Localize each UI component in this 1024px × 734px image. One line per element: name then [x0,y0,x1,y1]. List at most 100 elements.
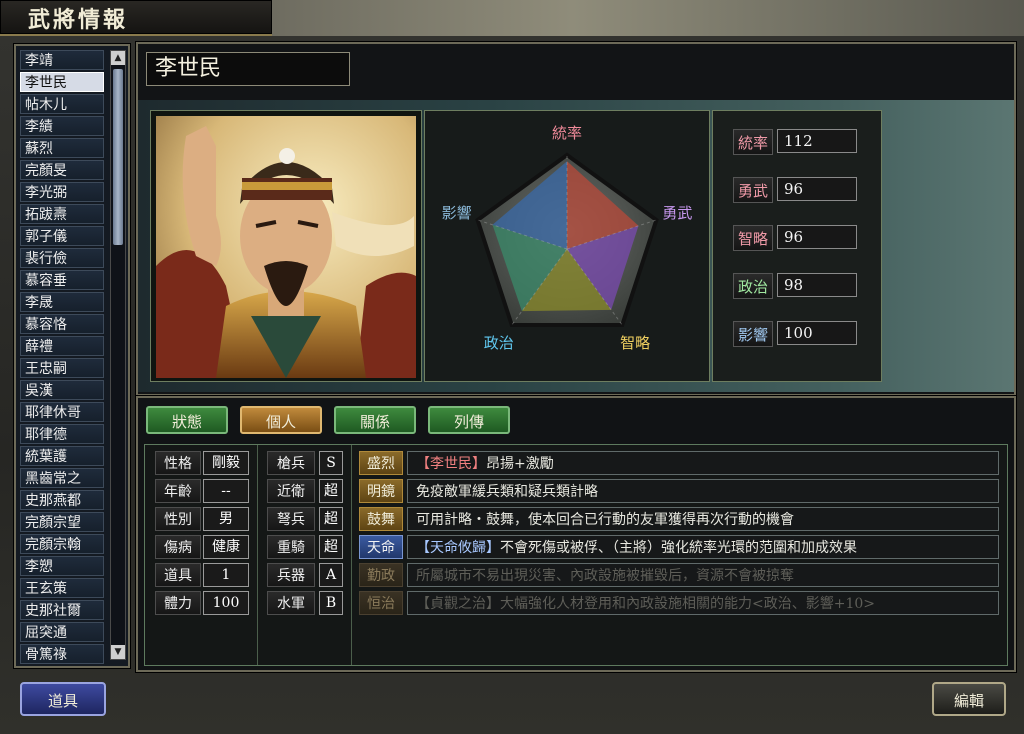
officer-list-item[interactable]: 完顏宗翰 [20,534,104,554]
stat-value: 112 [777,129,857,153]
stat-value: 96 [777,177,857,201]
skill-row[interactable]: 明鏡 免疫敵軍緩兵類和疑兵類計略 [359,479,1001,503]
officer-list-item[interactable]: 慕容垂 [20,270,104,290]
officer-list-item[interactable]: 耶律休哥 [20,402,104,422]
scroll-thumb[interactable] [113,69,123,245]
officer-list-item[interactable]: 王忠嗣 [20,358,104,378]
attribute-row: 性格 剛毅 [155,451,255,475]
skill-effect: 不會死傷或被俘、（主將）強化統率光環的范圍和加成效果 [500,540,857,556]
skill-name: 恒治 [359,591,403,615]
officer-list-item[interactable]: 史那社爾 [20,600,104,620]
skill-description: 可用計略・鼓舞，使本回合已行動的友軍獲得再次行動的機會 [407,507,999,531]
officer-list-item[interactable]: 李晟 [20,292,104,312]
attribute-value: 剛毅 [203,451,249,475]
attribute-label: 年齡 [155,479,201,503]
officer-list-item[interactable]: 拓跋燾 [20,204,104,224]
skill-description: 【天命攸歸】不會死傷或被俘、（主將）強化統率光環的范圍和加成效果 [407,535,999,559]
officer-list-item[interactable]: 李光弼 [20,182,104,202]
attribute-label: 道具 [155,563,201,587]
stat-label: 勇武 [733,177,773,203]
stat-label: 統率 [733,129,773,155]
stat-row: 影響 100 [733,321,865,347]
officer-list-scrollbar[interactable]: ▲ ▼ [110,50,126,660]
aptitude-label: 兵器 [267,563,315,587]
officer-list-item[interactable]: 慕容恪 [20,314,104,334]
skill-effect: 大幅強化人材登用和內政設施相關的能力<政治、影響+10> [500,596,876,612]
attribute-row: 年齡 -- [155,479,255,503]
scroll-down-icon[interactable]: ▼ [111,645,125,659]
officer-detail-panel: 狀態 個人 關係 列傳 性格 剛毅 年齡 -- 性別男傷病 健康 道具 1 體力 100 槍兵 S 近… [136,396,1016,672]
officer-list-item[interactable]: 李靖 [20,50,104,70]
officer-list-item[interactable]: 郭子儀 [20,226,104,246]
tab-biography[interactable]: 列傳 [428,406,510,434]
attribute-label: 傷病 [155,535,201,559]
attribute-value: 健康 [203,535,249,559]
skill-source: 【李世民】 [416,456,486,472]
skill-row[interactable]: 勤政 所屬城市不易出現災害、內政設施被摧毀后，資源不會被掠奪 [359,563,1001,587]
stat-label: 影響 [733,321,773,347]
skill-effect: 所屬城市不易出現災害、內政設施被摧毀后，資源不會被掠奪 [416,568,794,584]
attribute-label: 體力 [155,591,201,615]
attribute-value: 1 [203,563,249,587]
aptitude-row: 水軍 B [267,591,351,615]
skill-name: 勤政 [359,563,403,587]
header-decoration [272,0,1024,36]
aptitude-label: 弩兵 [267,507,315,531]
skill-row[interactable]: 鼓舞 可用計略・鼓舞，使本回合已行動的友軍獲得再次行動的機會 [359,507,1001,531]
attribute-label: 性格 [155,451,201,475]
officer-list-item[interactable]: 統葉護 [20,446,104,466]
officer-list-item[interactable]: 史那燕都 [20,490,104,510]
title-bar: 武將情報 [0,0,274,36]
ability-radar-chart: 統率勇武智略 政治 影響 [442,124,693,352]
skill-name: 鼓舞 [359,507,403,531]
officer-list-item[interactable]: 屈突通 [20,622,104,642]
officer-list-item[interactable]: 李愬 [20,556,104,576]
skill-row[interactable]: 盛烈 【李世民】昂揚+激勵 [359,451,1001,475]
skill-description: 【貞觀之治】大幅強化人材登用和內政設施相關的能力<政治、影響+10> [407,591,999,615]
stat-row: 勇武 96 [733,177,865,203]
stat-label: 政治 [733,273,773,299]
radar-label: 統率 [552,124,582,142]
officer-list-item[interactable]: 骨篤祿 [20,644,104,664]
page-title: 武將情報 [28,7,129,33]
aptitude-value: A [319,563,343,587]
stat-row: 統率 112 [733,129,865,155]
aptitude-value: 超 [319,479,343,503]
officer-list-item[interactable]: 完顏宗望 [20,512,104,532]
tab-status[interactable]: 狀態 [146,406,228,434]
officer-list-item[interactable]: 耶律德 [20,424,104,444]
officer-overview-panel: 李世民 統率 勇武 智略 政治 影響 統率 112 勇武 96 智略 96 政治… [136,42,1016,396]
edit-button[interactable]: 編輯 [932,682,1006,716]
skill-effect: 昂揚+激勵 [486,456,554,472]
attribute-label: 性別 [155,507,201,531]
divider [351,445,352,665]
skill-source: 【貞觀之治】 [416,596,500,612]
scroll-up-icon[interactable]: ▲ [111,51,125,65]
officer-list-item[interactable]: 王玄策 [20,578,104,598]
aptitude-row: 重騎超 [267,535,351,559]
personal-content: 性格 剛毅 年齡 -- 性別男傷病 健康 道具 1 體力 100 槍兵 S 近衛超弩兵超重騎超兵器 A 水… [144,444,1008,666]
skill-row[interactable]: 天命 【天命攸歸】不會死傷或被俘、（主將）強化統率光環的范圍和加成效果 [359,535,1001,559]
skill-description: 免疫敵軍緩兵類和疑兵類計略 [407,479,999,503]
tab-relations[interactable]: 關係 [334,406,416,434]
radar-label: 政治 [484,334,514,352]
items-button[interactable]: 道具 [20,682,106,716]
officer-list-item[interactable]: 李績 [20,116,104,136]
tab-personal[interactable]: 個人 [240,406,322,434]
officer-list-item[interactable]: 李世民 [20,72,104,92]
stat-row: 政治 98 [733,273,865,299]
officer-list-item[interactable]: 裴行儉 [20,248,104,268]
officer-list-item[interactable]: 帖木儿 [20,94,104,114]
officer-list-item[interactable]: 完顏旻 [20,160,104,180]
officer-list-item[interactable]: 蘇烈 [20,138,104,158]
officer-list-item[interactable]: 吳漢 [20,380,104,400]
skill-description: 【李世民】昂揚+激勵 [407,451,999,475]
officer-list-item[interactable]: 黑齒常之 [20,468,104,488]
officer-list-item[interactable]: 薛禮 [20,336,104,356]
attribute-value: -- [203,479,249,503]
stat-value: 96 [777,225,857,249]
skill-description: 所屬城市不易出現災害、內政設施被摧毀后，資源不會被掠奪 [407,563,999,587]
skill-name: 天命 [359,535,403,559]
skill-effect: 免疫敵軍緩兵類和疑兵類計略 [416,484,598,500]
skill-row[interactable]: 恒治 【貞觀之治】大幅強化人材登用和內政設施相關的能力<政治、影響+10> [359,591,1001,615]
